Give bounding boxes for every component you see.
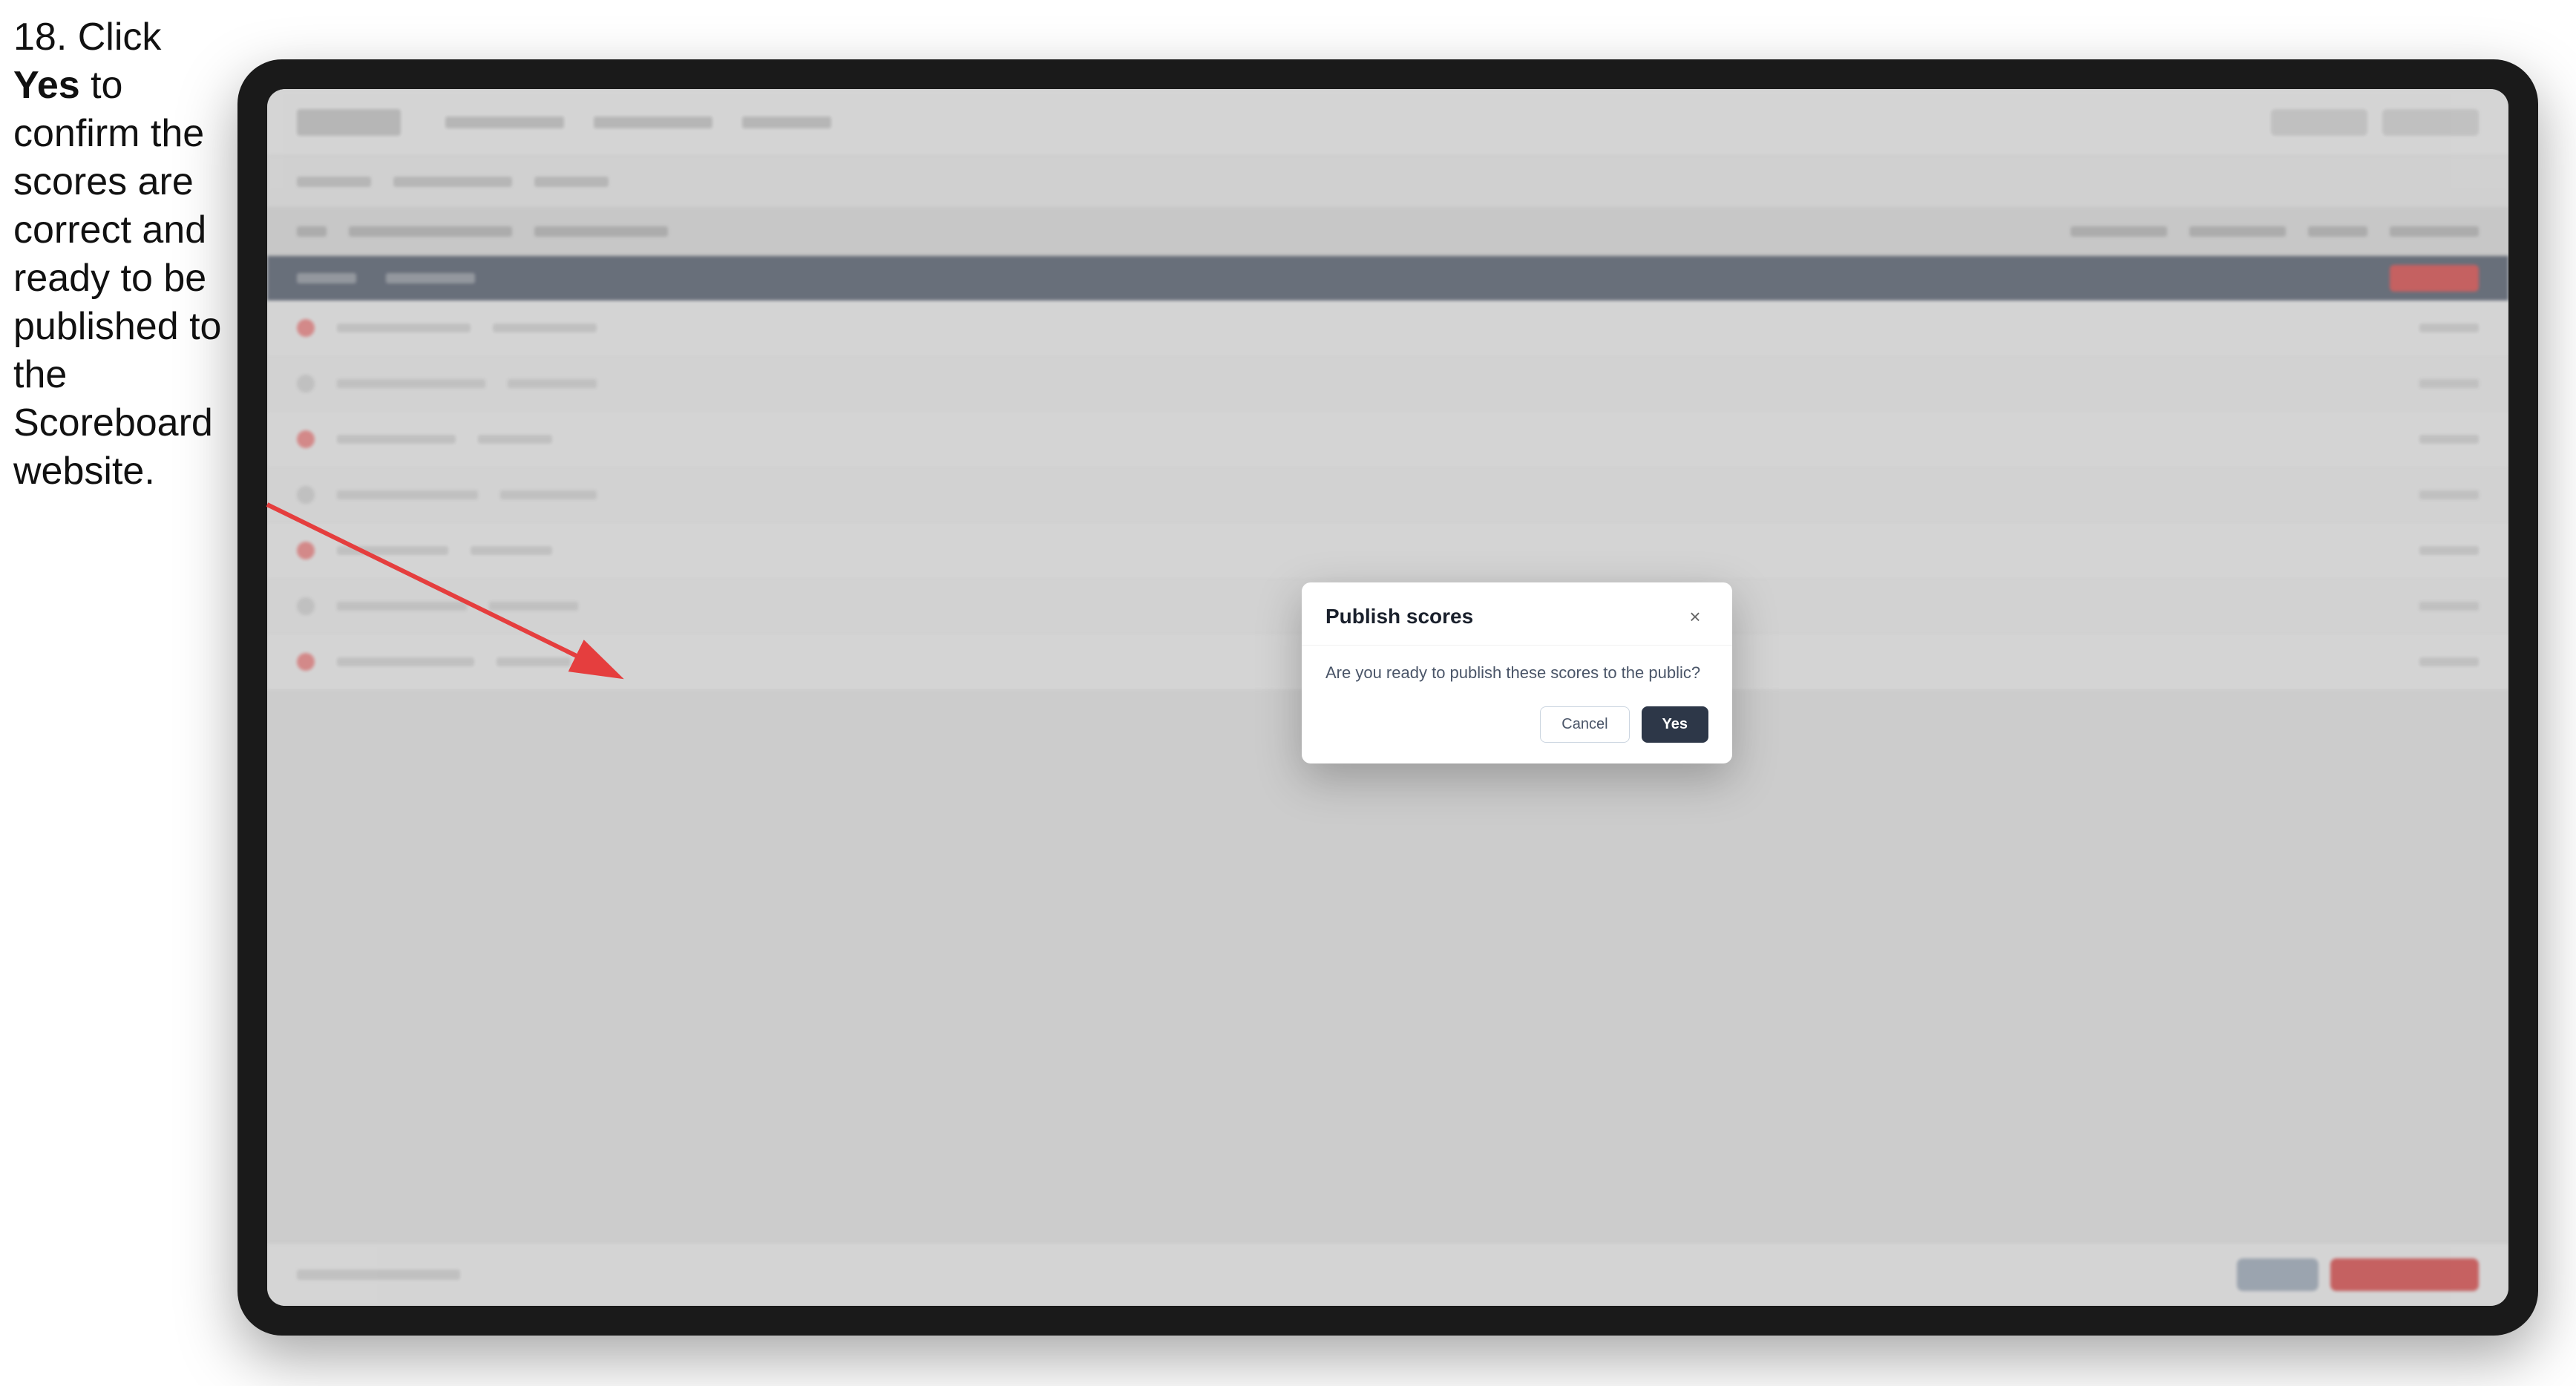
cancel-button[interactable]: Cancel <box>1540 706 1629 743</box>
modal-close-button[interactable]: × <box>1682 603 1708 630</box>
tablet-device: Publish scores × Are you ready to publis… <box>237 59 2538 1336</box>
modal-message: Are you ready to publish these scores to… <box>1325 663 1708 683</box>
instruction-part2: to confirm the scores are correct and re… <box>13 64 221 493</box>
instruction-text: 18. Click Yes to confirm the scores are … <box>13 13 229 496</box>
modal-title: Publish scores <box>1325 605 1473 628</box>
yes-button[interactable]: Yes <box>1642 706 1708 743</box>
modal-body: Are you ready to publish these scores to… <box>1302 646 1732 763</box>
modal-actions: Cancel Yes <box>1325 706 1708 743</box>
bold-yes: Yes <box>13 64 80 107</box>
publish-scores-dialog: Publish scores × Are you ready to publis… <box>1302 582 1732 763</box>
modal-wrapper: Publish scores × Are you ready to publis… <box>1302 582 1732 763</box>
tablet-screen: Publish scores × Are you ready to publis… <box>267 89 2508 1306</box>
instruction-part1: Click <box>67 16 161 59</box>
modal-overlay: Publish scores × Are you ready to publis… <box>267 89 2508 1306</box>
modal-header: Publish scores × <box>1302 582 1732 646</box>
close-icon: × <box>1689 605 1700 628</box>
step-number: 18. <box>13 16 67 59</box>
